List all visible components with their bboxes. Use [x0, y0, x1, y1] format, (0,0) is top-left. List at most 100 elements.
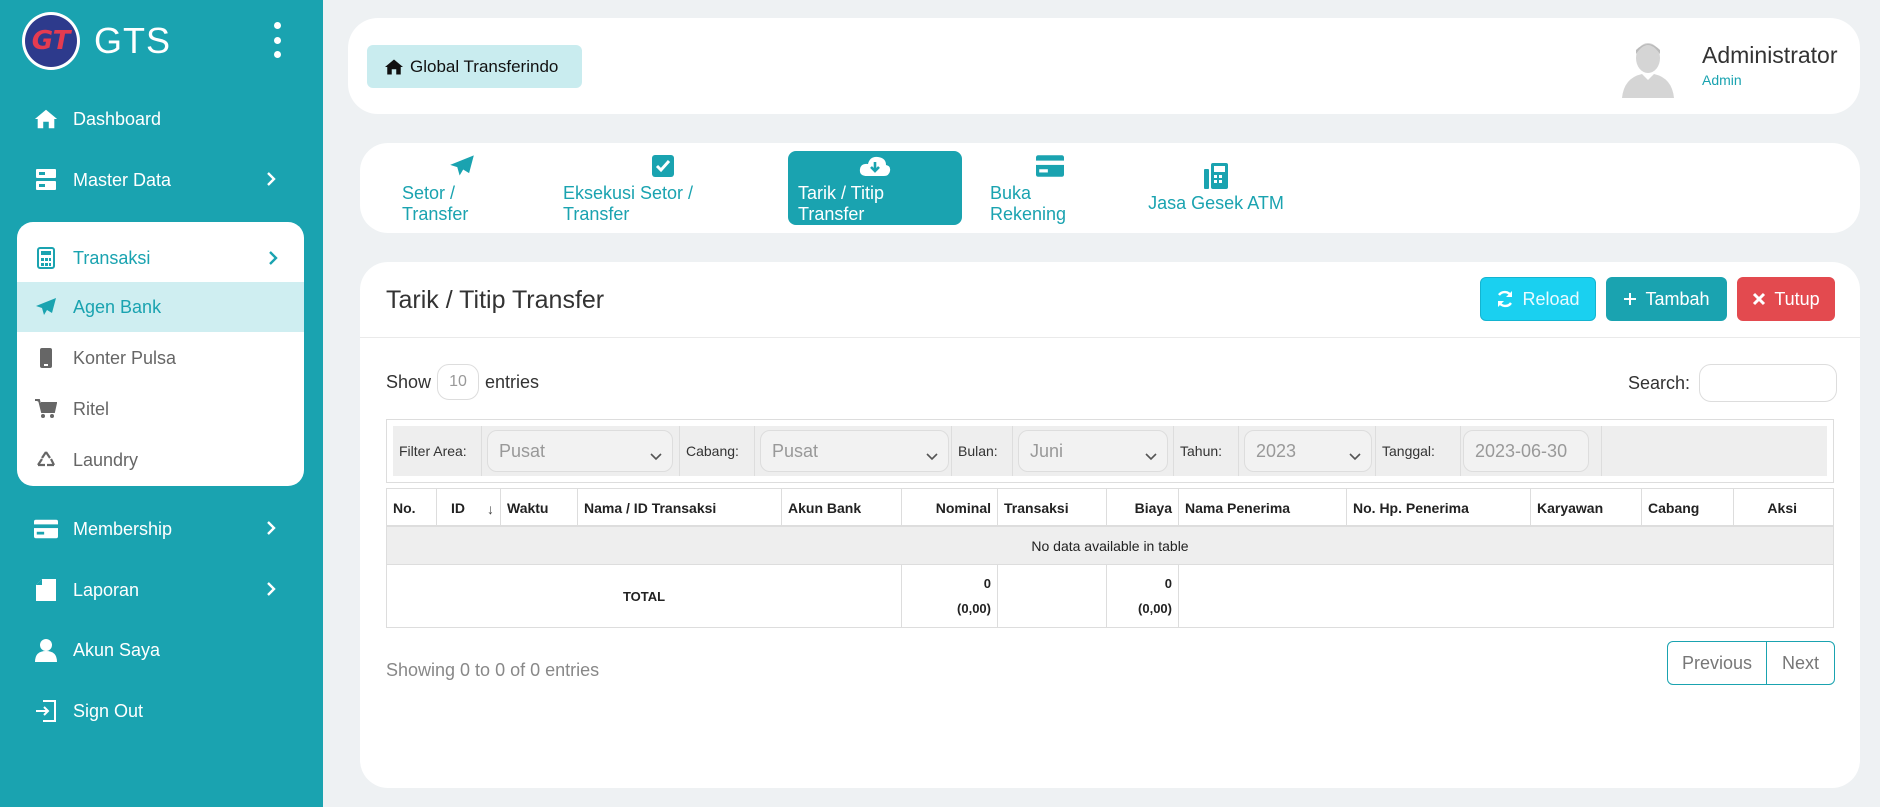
transaksi-submenu: Transaksi Agen Bank Konter Pulsa Ritel L…	[17, 222, 304, 486]
filter-cabang-select[interactable]: Pusat	[760, 430, 949, 472]
sidebar-item-ritel[interactable]: Ritel	[17, 384, 304, 434]
paper-plane-icon	[34, 297, 58, 317]
filter-bulan-cell: Juni	[1013, 426, 1174, 476]
filter-tahun-value: 2023	[1256, 440, 1297, 461]
check-square-icon	[652, 152, 674, 180]
entries-label: entries	[485, 371, 540, 392]
filter-bulan-value: Juni	[1030, 440, 1064, 461]
column-header-akun-bank[interactable]: Akun Bank	[782, 489, 902, 527]
table-header: No. ID ↓ Waktu Nama / ID Transaksi Akun …	[387, 489, 1833, 527]
show-label: Show	[386, 371, 432, 392]
filter-tanggal-input[interactable]: 2023-06-30	[1463, 430, 1589, 472]
sidebar-item-agen-bank[interactable]: Agen Bank	[17, 282, 304, 332]
home-breadcrumb-label: Global Transferindo	[410, 56, 559, 76]
tab-label: Setor / Transfer	[402, 182, 469, 224]
paper-plane-icon	[449, 152, 475, 180]
chevron-right-icon	[268, 250, 278, 271]
tab-buka-rekening[interactable]: Buka Rekening	[980, 151, 1120, 225]
sidebar-item-label: Agen Bank	[73, 296, 162, 317]
tab-label: Tarik / Titip Transfer	[798, 182, 885, 224]
filter-area-cell: Pusat	[482, 426, 680, 476]
cart-icon	[34, 399, 58, 419]
filter-cabang-label: Cabang:	[680, 426, 755, 476]
column-header-karyawan[interactable]: Karyawan	[1531, 489, 1642, 527]
user-icon	[34, 638, 58, 662]
chevron-down-icon	[650, 445, 662, 466]
sidebar-item-sign-out[interactable]: Sign Out	[34, 691, 284, 731]
tab-eksekusi-setor-transfer[interactable]: Eksekusi Setor / Transfer	[553, 151, 773, 225]
user-role: Admin	[1702, 72, 1742, 88]
column-header-transaksi[interactable]: Transaksi	[998, 489, 1107, 527]
home-breadcrumb-button[interactable]: Global Transferindo	[367, 45, 582, 88]
tab-label: Jasa Gesek ATM	[1148, 193, 1284, 213]
close-button[interactable]: Tutup	[1737, 277, 1835, 321]
column-header-cabang[interactable]: Cabang	[1642, 489, 1734, 527]
sidebar-item-label: Dashboard	[73, 108, 162, 129]
avatar[interactable]	[1618, 38, 1678, 98]
user-name: Administrator	[1702, 42, 1838, 68]
column-header-no-hp-penerima[interactable]: No. Hp. Penerima	[1347, 489, 1531, 527]
column-header-biaya[interactable]: Biaya	[1107, 489, 1179, 527]
column-header-no[interactable]: No.	[387, 489, 437, 527]
sidebar-item-laundry[interactable]: Laundry	[17, 435, 304, 485]
refresh-icon	[1496, 290, 1514, 308]
recycle-icon	[34, 450, 58, 470]
reload-button[interactable]: Reload	[1480, 277, 1596, 321]
sidebar-item-laporan[interactable]: Laporan	[34, 570, 284, 610]
fax-icon	[1204, 162, 1228, 190]
previous-page-button[interactable]: Previous	[1668, 642, 1767, 684]
filter-inner: Filter Area: Pusat Cabang: Pusat Bulan: …	[393, 426, 1827, 476]
book-icon	[34, 578, 58, 602]
entries-select[interactable]: 10	[437, 364, 480, 400]
add-label: Tambah	[1645, 288, 1710, 309]
filter-tahun-select[interactable]: 2023	[1244, 430, 1372, 472]
column-header-nama-transaksi[interactable]: Nama / ID Transaksi	[578, 489, 782, 527]
chevron-down-icon	[926, 445, 938, 466]
filter-cabang-value: Pusat	[772, 440, 819, 461]
filter-area-select[interactable]: Pusat	[487, 430, 673, 472]
sidebar-item-membership[interactable]: Membership	[34, 509, 284, 549]
sidebar-item-label: Konter Pulsa	[73, 347, 177, 368]
sidebar-item-akun-saya[interactable]: Akun Saya	[34, 630, 284, 670]
filter-bulan-select[interactable]: Juni	[1018, 430, 1168, 472]
tab-jasa-gesek-atm[interactable]: Jasa Gesek ATM	[1138, 151, 1294, 225]
more-vertical-icon[interactable]	[270, 22, 284, 58]
pagination: Previous Next	[1667, 641, 1835, 685]
chevron-down-icon	[1349, 445, 1361, 466]
divider	[360, 337, 1860, 338]
total-label: TOTAL	[387, 565, 902, 627]
column-header-nominal[interactable]: Nominal	[902, 489, 998, 527]
search-input[interactable]	[1699, 364, 1838, 402]
sidebar-item-dashboard[interactable]: Dashboard	[34, 99, 284, 139]
sidebar-item-label: Akun Saya	[73, 639, 161, 660]
column-header-id[interactable]: ID ↓	[437, 489, 501, 527]
biaya-total-cell: 0 (0,00)	[1107, 565, 1179, 627]
tab-setor-transfer[interactable]: Setor / Transfer	[392, 151, 532, 225]
reload-label: Reload	[1522, 288, 1580, 309]
calculator-icon	[34, 247, 58, 269]
transaksi-total-cell	[998, 565, 1107, 627]
nominal-total-cell: 0 (0,00)	[902, 565, 998, 627]
column-header-nama-penerima[interactable]: Nama Penerima	[1179, 489, 1347, 527]
server-icon	[34, 168, 58, 192]
tab-tarik-titip-transfer[interactable]: Tarik / Titip Transfer	[788, 151, 962, 225]
nominal-total-sub: (0,00)	[957, 601, 991, 616]
sidebar-item-konter-pulsa[interactable]: Konter Pulsa	[17, 333, 304, 383]
column-header-aksi[interactable]: Aksi	[1734, 489, 1833, 527]
chevron-right-icon	[266, 581, 276, 602]
cloud-download-icon	[859, 152, 891, 180]
add-button[interactable]: Tambah	[1606, 277, 1727, 321]
logo-mark: GT	[25, 15, 77, 67]
column-header-waktu[interactable]: Waktu	[501, 489, 578, 527]
search-label: Search:	[1628, 372, 1691, 393]
sidebar-item-master-data[interactable]: Master Data	[34, 160, 284, 200]
brand[interactable]: GT GTS	[22, 12, 171, 70]
tab-label: Eksekusi Setor / Transfer	[563, 182, 694, 224]
plus-icon	[1623, 292, 1637, 306]
next-page-button[interactable]: Next	[1767, 642, 1834, 684]
main-panel: Tarik / Titip Transfer Reload Tambah Tut…	[360, 262, 1860, 788]
chevron-right-icon	[266, 171, 276, 192]
sidebar-item-transaksi[interactable]: Transaksi	[17, 232, 304, 284]
biaya-total: 0	[1164, 576, 1172, 591]
close-label: Tutup	[1774, 288, 1820, 309]
